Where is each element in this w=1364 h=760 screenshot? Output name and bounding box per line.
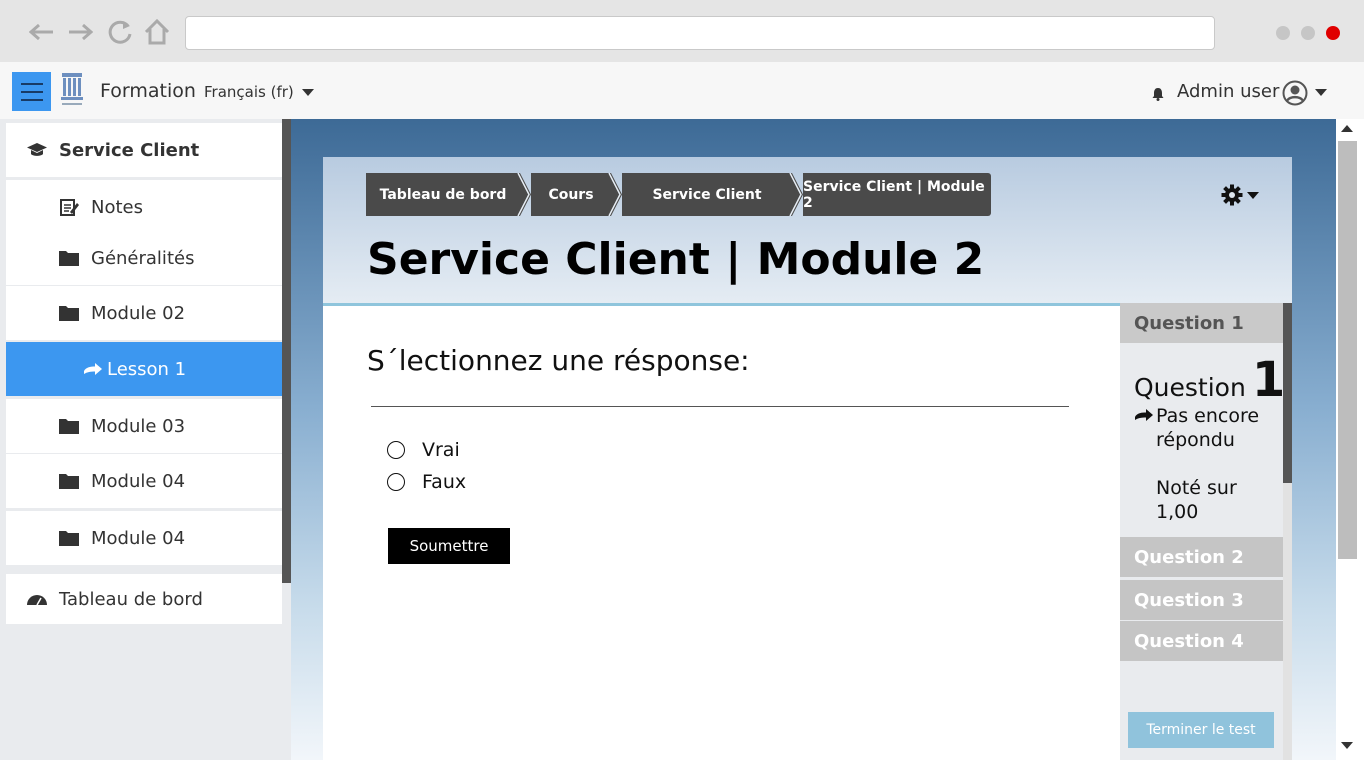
question-prompt: S´lectionnez une résponse: (367, 344, 750, 377)
finish-attempt-button[interactable]: Terminer le test (1128, 712, 1274, 748)
sidebar-item-module-03[interactable]: Module 03 (6, 399, 282, 453)
breadcrumb-separator (517, 173, 531, 216)
answer-label: Vrai (422, 439, 460, 461)
browser-chrome (0, 0, 1364, 62)
forward-icon[interactable] (66, 18, 94, 46)
sidebar-item-module-04[interactable]: Module 04 (6, 454, 282, 508)
answer-option-false[interactable]: Faux (387, 471, 466, 493)
hamburger-icon (20, 82, 43, 85)
quiz-tab-question-1[interactable]: Question 1 (1120, 303, 1283, 343)
sidebar-item-label: Module 03 (91, 415, 186, 437)
menu-toggle-button[interactable] (12, 72, 51, 111)
sidebar-item-module-04-second[interactable]: Module 04 (6, 511, 282, 565)
window-close-dot[interactable] (1326, 26, 1340, 40)
sidebar-item-label: Tableau de bord (59, 588, 203, 610)
reload-icon[interactable] (106, 18, 134, 46)
breadcrumb-separator (608, 173, 622, 216)
sidebar-scrollbar[interactable] (282, 119, 291, 583)
dashboard-icon (26, 589, 48, 609)
breadcrumb-label: Service Client | Module 2 (803, 178, 985, 211)
window-minimize-dot[interactable] (1276, 26, 1290, 40)
sidebar-item-label: Module 04 (91, 527, 186, 549)
hamburger-line (20, 90, 43, 93)
page-title: Service Client | Module 2 (367, 234, 985, 285)
sidebar-item-module-02[interactable]: Module 02 (6, 286, 282, 340)
user-name[interactable]: Admin user (1177, 81, 1279, 102)
folder-icon (58, 528, 80, 548)
sidebar-item-dashboard[interactable]: Tableau de bord (6, 574, 282, 624)
chevron-down-icon (301, 88, 314, 96)
app-navbar: Formation Français (fr) Admin user (0, 62, 1364, 119)
home-icon[interactable] (143, 18, 171, 46)
sidebar-item-label: Notes (91, 196, 143, 218)
current-question-heading: Question 1 (1134, 352, 1285, 408)
url-bar[interactable] (185, 16, 1215, 50)
folder-icon (58, 303, 80, 323)
arrow-right-icon (1134, 404, 1156, 452)
answer-label: Faux (422, 471, 467, 493)
sidebar-item-label: Généralités (91, 247, 195, 269)
bell-icon[interactable] (1151, 86, 1165, 101)
question-word: Question (1134, 373, 1246, 402)
chevron-down-icon (1247, 191, 1259, 199)
sidebar-course-label: Service Client (59, 139, 200, 161)
notes-icon (58, 197, 80, 217)
page-scrollbar-thumb[interactable] (1338, 141, 1357, 559)
sidebar-course-title[interactable]: Service Client (6, 123, 282, 177)
breadcrumb-item-courses[interactable]: Cours (531, 173, 611, 216)
graduation-cap-icon (26, 140, 48, 160)
sidebar-item-notes[interactable]: Notes (6, 180, 282, 234)
answer-option-true[interactable]: Vrai (387, 439, 460, 461)
back-icon[interactable] (28, 18, 56, 46)
scroll-down-icon[interactable] (1341, 742, 1353, 749)
radio-button[interactable] (387, 473, 405, 491)
submit-button[interactable]: Soumettre (388, 528, 510, 564)
quiz-tab-question-4[interactable]: Question 4 (1120, 621, 1283, 661)
language-selector[interactable]: Français (fr) (204, 83, 314, 101)
breadcrumb-item-course[interactable]: Service Client (622, 173, 792, 216)
breadcrumb-separator (789, 173, 803, 216)
breadcrumb-label: Cours (548, 186, 594, 203)
sidebar-item-label: Module 02 (91, 302, 186, 324)
sidebar-item-generalites[interactable]: Généralités (6, 231, 282, 285)
arrow-right-icon (82, 359, 104, 379)
settings-menu[interactable] (1221, 183, 1261, 207)
question-number: 1 (1251, 352, 1286, 408)
radio-button[interactable] (387, 441, 405, 459)
scroll-up-icon[interactable] (1341, 125, 1353, 132)
question-status: Pas encore répondu (1134, 404, 1276, 452)
folder-icon (58, 416, 80, 436)
window-maximize-dot[interactable] (1301, 26, 1315, 40)
folder-icon (58, 248, 80, 268)
user-menu-chevron-icon[interactable] (1315, 89, 1327, 96)
breadcrumb-item-current[interactable]: Service Client | Module 2 (803, 173, 991, 216)
sidebar-item-label: Lesson 1 (107, 358, 187, 380)
breadcrumb-label: Tableau de bord (379, 186, 507, 203)
divider (371, 406, 1069, 407)
quiz-tab-question-3[interactable]: Question 3 (1120, 580, 1283, 620)
folder-icon (58, 471, 80, 491)
quiz-tab-question-2[interactable]: Question 2 (1120, 537, 1283, 577)
breadcrumb-item-dashboard[interactable]: Tableau de bord (366, 173, 520, 216)
site-logo[interactable] (58, 70, 86, 110)
breadcrumb-label: Service Client (652, 186, 762, 203)
sidebar-item-lesson-1[interactable]: Lesson 1 (6, 342, 282, 396)
gear-icon (1221, 184, 1243, 206)
language-label: Français (fr) (204, 83, 294, 101)
hamburger-line (20, 98, 43, 101)
question-status-text: Pas encore répondu (1156, 405, 1260, 451)
question-grade: Noté sur 1,00 (1156, 477, 1237, 523)
avatar-icon[interactable] (1282, 80, 1308, 106)
sidebar-item-label: Module 04 (91, 470, 186, 492)
site-brand[interactable]: Formation (100, 80, 196, 102)
